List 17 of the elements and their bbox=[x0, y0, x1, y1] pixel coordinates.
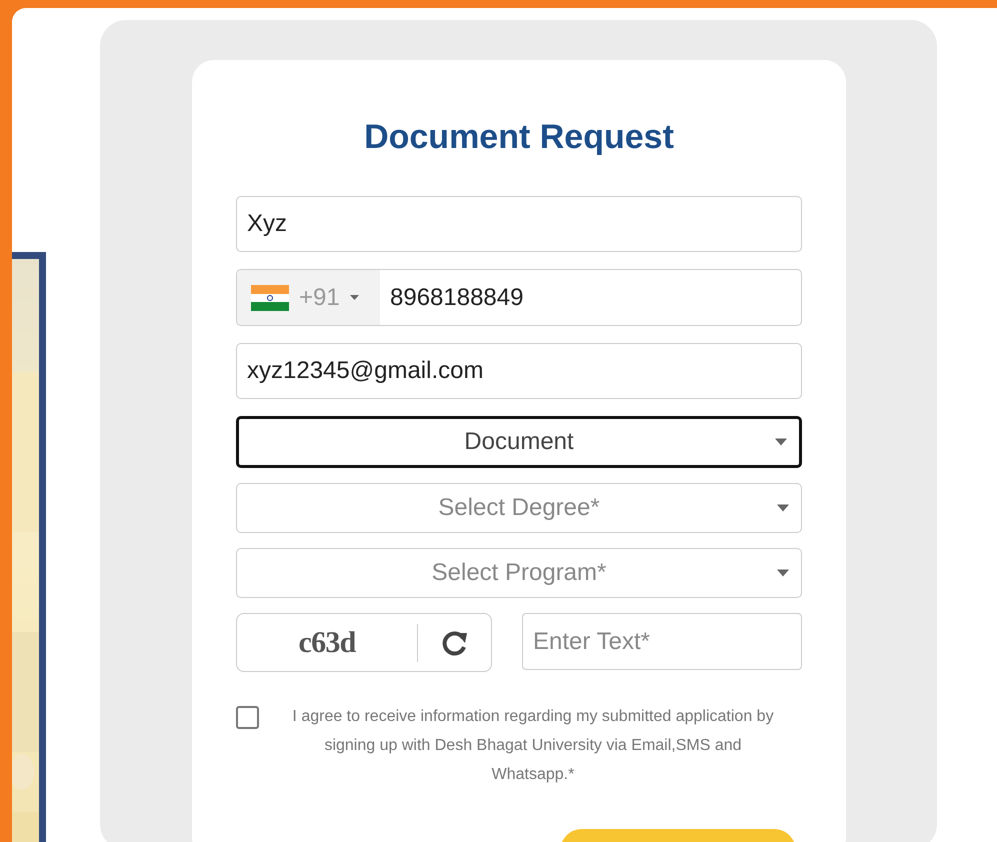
checkbox[interactable] bbox=[236, 706, 259, 729]
flag-icon bbox=[251, 284, 289, 310]
input-field[interactable]: xyz12345@gmail.com bbox=[236, 343, 802, 399]
caret-icon bbox=[350, 295, 359, 300]
caret-icon bbox=[775, 438, 787, 446]
refresh-icon bbox=[442, 630, 468, 656]
select-dropdown[interactable]: Select Degree* bbox=[236, 483, 802, 533]
select-dropdown[interactable]: Select Program* bbox=[236, 548, 802, 598]
form-title: Document Request bbox=[363, 117, 675, 158]
input-field[interactable]: Xyz bbox=[236, 196, 802, 252]
captcha-input[interactable]: Enter Text* bbox=[522, 613, 802, 670]
phone-field[interactable]: +91 8968188849 bbox=[236, 269, 802, 326]
consent-text: I agree to receive information regarding my submitted application by signing up with Desh Bhagat University via Email,SMS and Whatsapp.* bbox=[291, 707, 775, 785]
caret-icon bbox=[777, 504, 789, 512]
select-dropdown[interactable]: Document bbox=[236, 416, 802, 468]
captcha-code: c63d bbox=[298, 625, 357, 661]
caret-icon bbox=[777, 570, 789, 576]
